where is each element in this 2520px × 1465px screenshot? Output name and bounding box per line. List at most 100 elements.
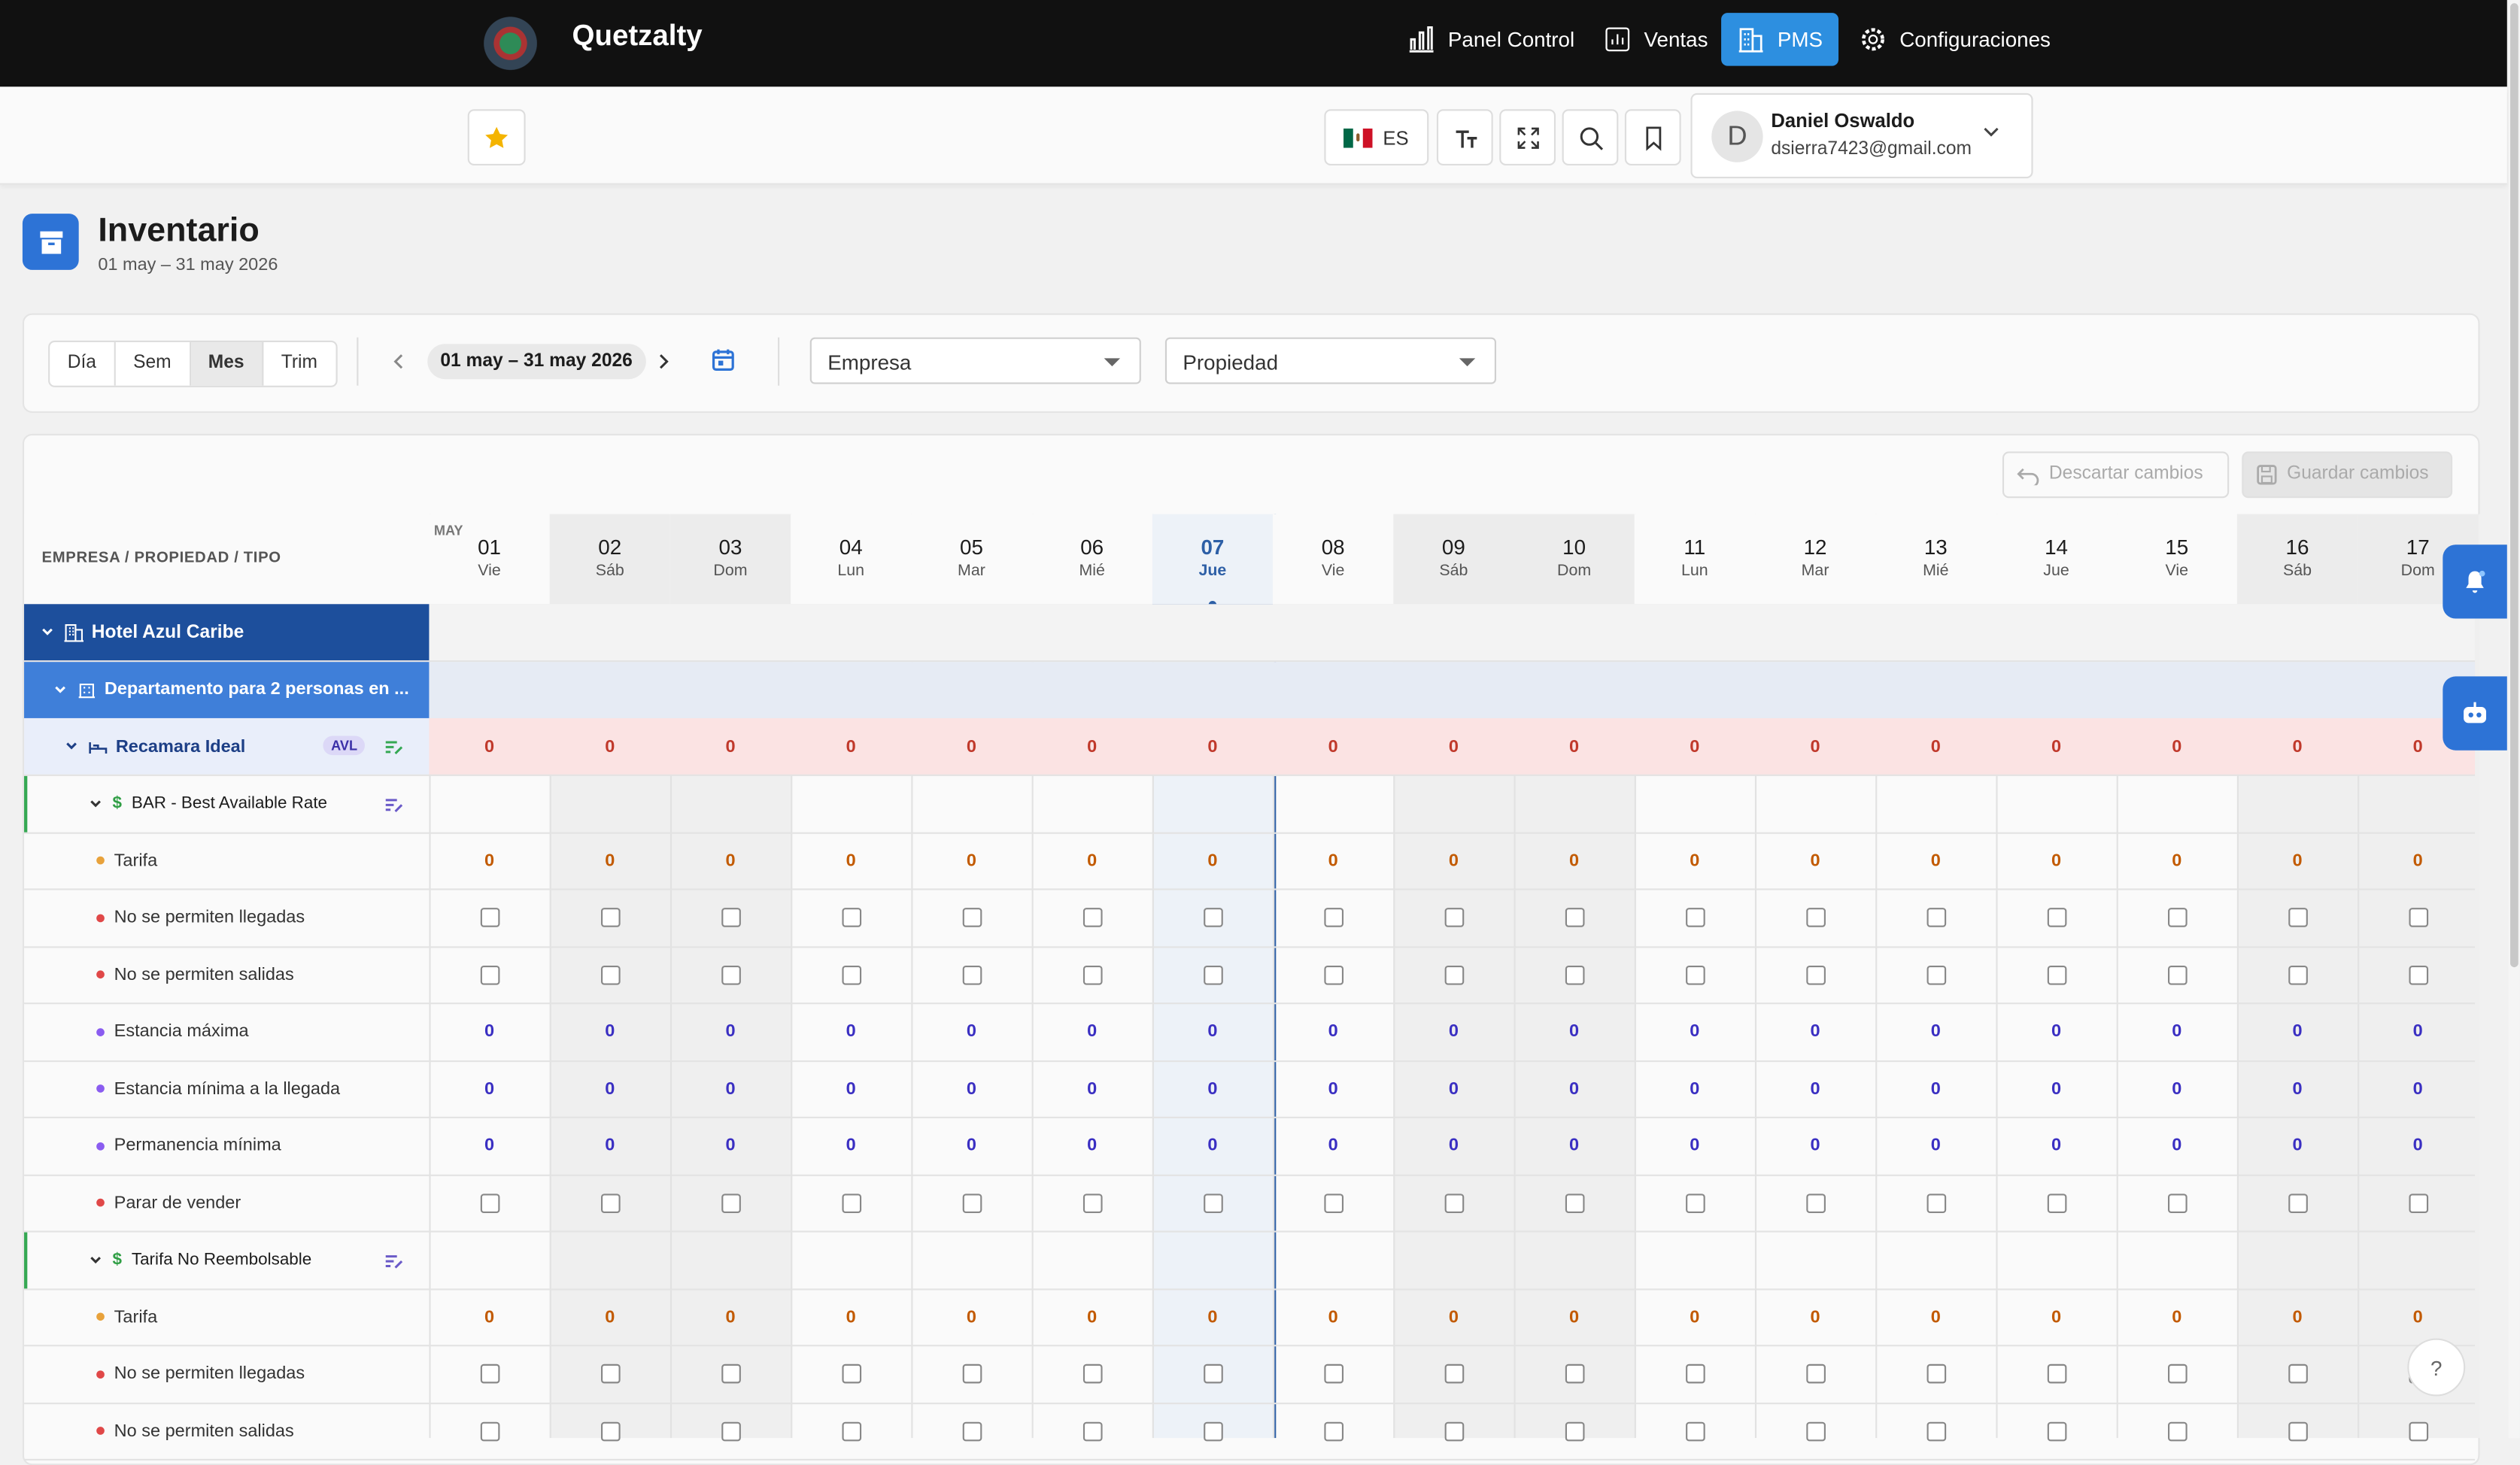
checkbox[interactable]	[1926, 1363, 1946, 1384]
help-button[interactable]: ?	[2407, 1338, 2466, 1397]
grid-cell[interactable]: 0	[1755, 833, 1875, 889]
view-trim-button[interactable]: Trim	[263, 342, 335, 386]
checkbox[interactable]	[1926, 1421, 1946, 1441]
checkbox[interactable]	[1203, 908, 1222, 927]
grid-cell[interactable]: 0	[1996, 718, 2116, 775]
grid-cell[interactable]	[1996, 1175, 2116, 1231]
grid-cell[interactable]: 0	[1273, 1003, 1393, 1060]
grid-cell[interactable]	[1152, 1403, 1273, 1459]
checkbox[interactable]	[2166, 908, 2187, 927]
checkbox[interactable]	[721, 1363, 740, 1384]
empresa-select[interactable]: Empresa	[809, 337, 1141, 384]
grid-cell[interactable]	[791, 946, 911, 1002]
checkbox[interactable]	[1203, 964, 1222, 984]
grid-cell[interactable]: 0	[2117, 1003, 2237, 1060]
checkbox[interactable]	[1564, 908, 1584, 927]
checkbox[interactable]	[1323, 1363, 1343, 1384]
checkbox[interactable]	[961, 964, 982, 984]
page-scrollbar-thumb[interactable]	[2510, 3, 2518, 968]
grid-cell[interactable]	[1514, 946, 1634, 1002]
grid-cell[interactable]: 0	[550, 1288, 670, 1345]
grid-cell[interactable]	[1273, 1403, 1393, 1459]
grid-cell[interactable]	[2237, 1345, 2358, 1402]
grid-cell[interactable]: 0	[1152, 1118, 1273, 1174]
checkbox[interactable]	[841, 1421, 861, 1441]
grid-cell[interactable]: 0	[2117, 833, 2237, 889]
row-label[interactable]: $ Tarifa No Reembolsable	[24, 1231, 429, 1288]
day-header[interactable]: 02 Sáb	[549, 514, 670, 605]
grid-cell[interactable]	[1635, 1403, 1755, 1459]
grid-cell[interactable]: 0	[670, 833, 791, 889]
row-label[interactable]: $ BAR - Best Available Rate	[24, 775, 429, 832]
checkbox[interactable]	[2166, 1193, 2187, 1212]
grid-cell[interactable]	[1273, 1345, 1393, 1402]
nav-ventas[interactable]: Ventas	[1588, 13, 1724, 66]
day-header[interactable]: 01 Vie	[429, 514, 549, 605]
grid-cell[interactable]: 0	[1152, 718, 1273, 775]
checkbox[interactable]	[2288, 1193, 2307, 1212]
grid-cell[interactable]	[2237, 1175, 2358, 1231]
checkbox[interactable]	[1685, 1363, 1705, 1384]
day-header[interactable]: 03 Dom	[669, 514, 791, 605]
grid-cell[interactable]	[1032, 1345, 1152, 1402]
checkbox[interactable]	[1685, 964, 1705, 984]
checkbox[interactable]	[479, 1193, 499, 1212]
checkbox[interactable]	[1926, 908, 1946, 927]
grid-cell[interactable]: 0	[1875, 1288, 1996, 1345]
checkbox[interactable]	[1082, 1193, 1102, 1212]
checkbox[interactable]	[841, 1193, 861, 1212]
checkbox[interactable]	[721, 964, 740, 984]
grid-cell[interactable]: 0	[1514, 1118, 1634, 1174]
grid-cell[interactable]	[1152, 946, 1273, 1002]
grid-cell[interactable]: 0	[1514, 718, 1634, 775]
grid-cell[interactable]: 0	[791, 1288, 911, 1345]
grid-cell[interactable]: 0	[1152, 1288, 1273, 1345]
checkbox[interactable]	[841, 1363, 861, 1384]
grid-cell[interactable]	[429, 1175, 549, 1231]
grid-cell[interactable]	[2358, 1403, 2478, 1459]
grid-cell[interactable]: 0	[1032, 1003, 1152, 1060]
grid-cell[interactable]: 0	[911, 833, 1031, 889]
grid-cell[interactable]	[1032, 946, 1152, 1002]
checkbox[interactable]	[1564, 1421, 1584, 1441]
grid-cell[interactable]	[911, 946, 1031, 1002]
grid-cell[interactable]: 0	[550, 1118, 670, 1174]
grid-cell[interactable]: 0	[1635, 1060, 1755, 1117]
day-header[interactable]: 10 Dom	[1514, 514, 1635, 605]
grid-cell[interactable]	[1032, 1403, 1152, 1459]
checkbox[interactable]	[2046, 908, 2066, 927]
grid-cell[interactable]	[1393, 889, 1514, 945]
checkbox[interactable]	[1564, 1363, 1584, 1384]
chevron-down-icon[interactable]	[64, 739, 78, 754]
grid-cell[interactable]	[791, 1345, 911, 1402]
checkbox[interactable]	[2046, 1363, 2066, 1384]
grid-cell[interactable]	[550, 1345, 670, 1402]
grid-cell[interactable]	[1755, 946, 1875, 1002]
grid-cell[interactable]: 0	[429, 1003, 549, 1060]
user-menu[interactable]: D Daniel Oswaldo dsierra7423@gmail.com	[1690, 93, 2033, 179]
save-changes-button[interactable]: Guardar cambios	[2242, 451, 2453, 499]
checkbox[interactable]	[961, 1421, 982, 1441]
day-header[interactable]: 16 Sáb	[2236, 514, 2358, 605]
fullscreen-button[interactable]	[1499, 109, 1556, 166]
grid-cell[interactable]	[1152, 1175, 1273, 1231]
grid-cell[interactable]: 0	[1273, 1060, 1393, 1117]
day-header[interactable]: 09 Sáb	[1393, 514, 1514, 605]
grid-cell[interactable]: 0	[429, 718, 549, 775]
checkbox[interactable]	[2046, 1193, 2066, 1212]
grid-cell[interactable]	[1635, 889, 1755, 945]
grid-cell[interactable]	[550, 946, 670, 1002]
grid-cell[interactable]	[429, 1345, 549, 1402]
grid-cell[interactable]: 0	[670, 1003, 791, 1060]
grid-cell[interactable]	[911, 1175, 1031, 1231]
grid-cell[interactable]: 0	[1032, 1060, 1152, 1117]
day-header[interactable]: 05 Mar	[911, 514, 1031, 605]
grid-cell[interactable]: 0	[550, 1003, 670, 1060]
grid-cell[interactable]	[791, 1175, 911, 1231]
checkbox[interactable]	[600, 964, 620, 984]
row-label[interactable]: Hotel Azul Caribe	[24, 604, 430, 661]
grid-cell[interactable]	[670, 889, 791, 945]
grid-cell[interactable]	[1635, 946, 1755, 1002]
grid-cell[interactable]: 0	[2117, 1288, 2237, 1345]
row-label[interactable]: Departamento para 2 personas en ...	[24, 661, 430, 717]
